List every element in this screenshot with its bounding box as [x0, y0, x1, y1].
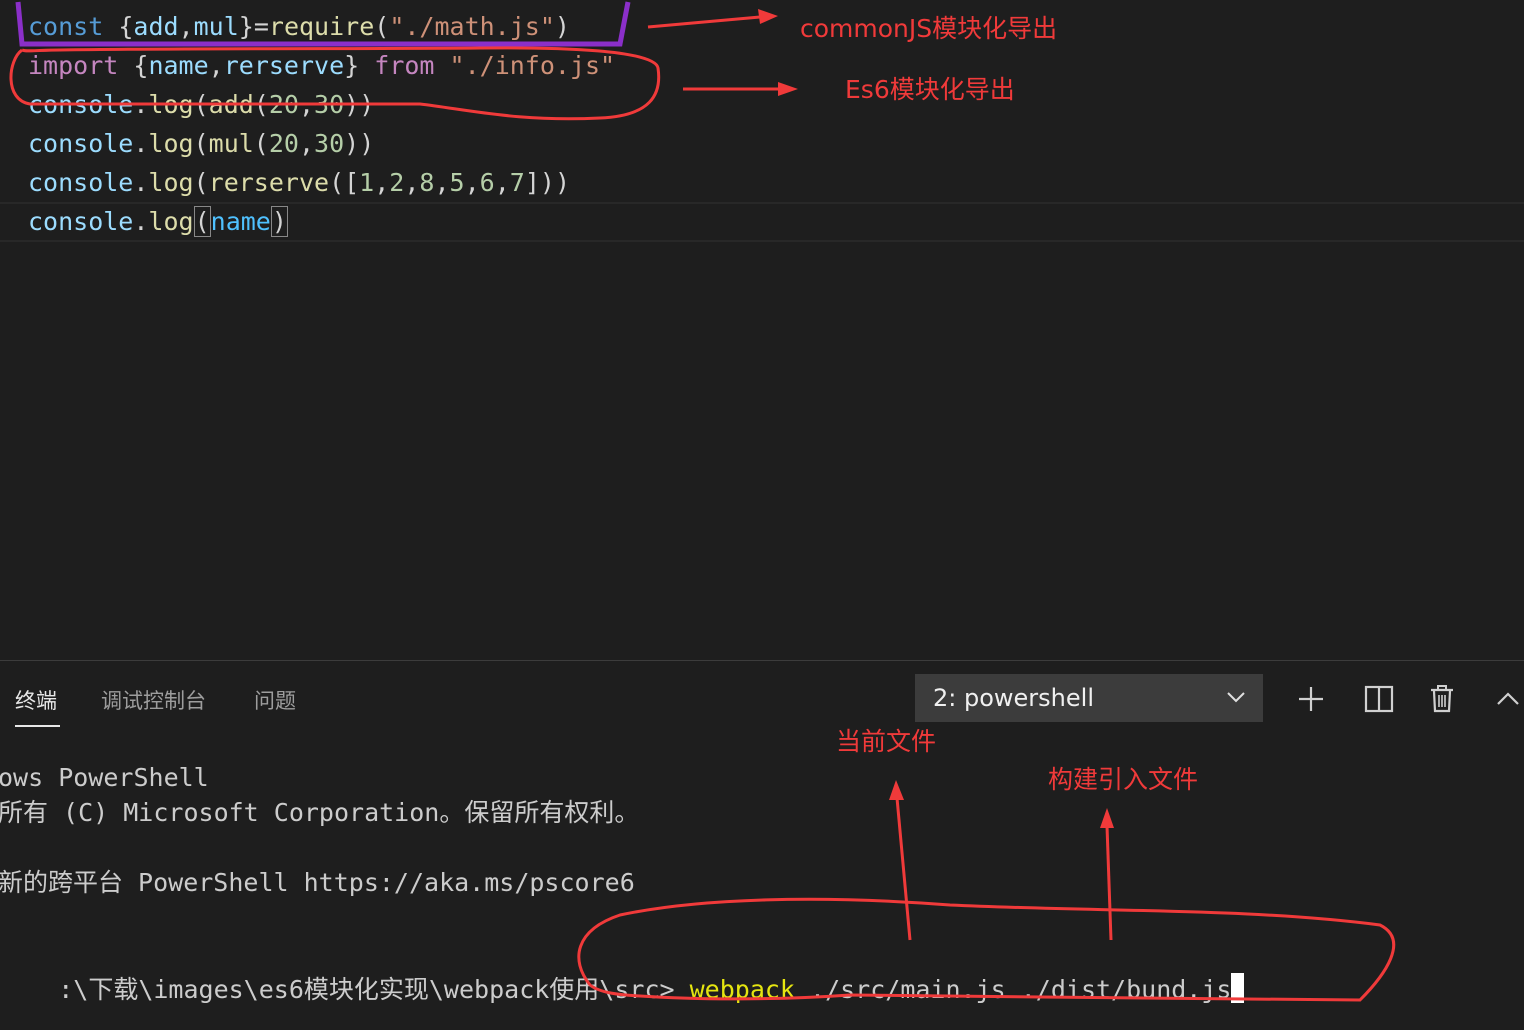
code-token: ( — [374, 12, 390, 41]
code-token: 30 — [314, 90, 345, 119]
code-token: const — [28, 12, 104, 41]
code-token: ( — [253, 90, 269, 119]
code-token: )) — [344, 90, 375, 119]
code-line: console.log(rerserve([1,2,8,5,6,7])) — [28, 163, 570, 202]
code-token: console — [28, 129, 134, 158]
code-token: rerserve — [223, 51, 345, 80]
code-token: ) — [270, 206, 288, 237]
code-token: 7 — [509, 168, 525, 197]
plus-icon[interactable] — [1291, 679, 1331, 719]
code-token: )) — [344, 129, 375, 158]
code-token: ( — [193, 90, 209, 119]
code-token: from — [374, 51, 435, 80]
code-token: , — [464, 168, 480, 197]
split-icon[interactable] — [1359, 679, 1399, 719]
terminal-cursor — [1231, 973, 1245, 1003]
code-token: 30 — [314, 129, 345, 158]
code-line: console.log(add(20,30)) — [28, 85, 374, 124]
code-line: console.log(name) — [28, 202, 288, 241]
code-token: 2 — [389, 168, 405, 197]
code-token: { — [118, 12, 134, 41]
code-token: rerserve — [208, 168, 330, 197]
code-token: "./math.js" — [389, 12, 555, 41]
code-token: 8 — [419, 168, 435, 197]
code-token: , — [298, 90, 315, 119]
terminal-args: ./src/main.js ./dist/bund.js — [794, 975, 1232, 1004]
code-token: 5 — [449, 168, 465, 197]
code-token: "./info.js" — [449, 51, 616, 80]
code-token: 1 — [359, 168, 375, 197]
code-token: } — [344, 51, 360, 80]
code-token: require — [268, 12, 375, 41]
code-token: ])) — [524, 168, 571, 197]
annotation-es6: Es6模块化导出 — [845, 75, 1015, 104]
code-token: , — [434, 168, 450, 197]
code-token: ( — [253, 129, 269, 158]
code-token: log — [148, 207, 194, 236]
code-token: log — [148, 90, 194, 119]
code-token: import — [28, 51, 119, 80]
code-token: ( — [193, 206, 211, 237]
code-token: , — [404, 168, 420, 197]
tab-debug-console[interactable]: 调试控制台 — [101, 685, 206, 715]
tab-terminal[interactable]: 终端 — [15, 685, 57, 715]
code-editor[interactable]: const {add,mul}=require("./math.js") impo… — [0, 0, 1524, 660]
code-token: . — [133, 129, 149, 158]
terminal-line: ows PowerShell — [0, 763, 209, 792]
annotation-build-file: 构建引入文件 — [1048, 765, 1199, 794]
terminal-line: 新的跨平台 PowerShell https://aka.ms/pscore6 — [0, 868, 635, 897]
code-token: mul — [193, 12, 239, 41]
code-token: name — [210, 207, 271, 236]
code-token: , — [494, 168, 510, 197]
code-token: = — [253, 12, 269, 41]
code-token: ( — [193, 129, 209, 158]
code-token: console — [28, 90, 134, 119]
code-token: log — [148, 168, 194, 197]
code-token: . — [133, 90, 149, 119]
terminal-line: 所有 (C) Microsoft Corporation。保留所有权利。 — [0, 798, 640, 827]
code-token: 6 — [479, 168, 495, 197]
code-token: { — [133, 51, 149, 80]
code-line: console.log(mul(20,30)) — [28, 124, 374, 163]
code-token: 20 — [268, 90, 299, 119]
annotation-current-file: 当前文件 — [836, 727, 937, 756]
code-token: , — [298, 129, 315, 158]
terminal-command: webpack — [689, 975, 795, 1004]
code-token: ( — [193, 168, 209, 197]
chevron-up-icon[interactable] — [1490, 679, 1524, 719]
code-line: const {add,mul}=require("./math.js") — [28, 7, 570, 46]
code-token: . — [133, 168, 149, 197]
trash-icon[interactable] — [1422, 679, 1462, 719]
tab-problems[interactable]: 问题 — [254, 685, 296, 715]
code-token: log — [148, 129, 194, 158]
code-token: console — [28, 168, 134, 197]
code-token: add — [208, 90, 254, 119]
code-line: import {name,rerserve} from "./info.js" — [28, 46, 615, 85]
code-token: 20 — [268, 129, 299, 158]
code-token: console — [28, 207, 134, 236]
chevron-down-icon — [1225, 674, 1247, 738]
terminal-prompt: :\下载\images\es6模块化实现\webpack使用\src> — [58, 975, 690, 1004]
code-token: add — [133, 12, 179, 41]
code-token: name — [148, 51, 209, 80]
code-token: . — [133, 207, 149, 236]
bottom-panel: 终端 调试控制台 问题 2: powershell ows PowerShell… — [0, 661, 1524, 1030]
code-token: , — [374, 168, 390, 197]
terminal-prompt-line[interactable]: :\下载\images\es6模块化实现\webpack使用\src> webp… — [0, 936, 1245, 1004]
annotation-commonjs: commonJS模块化导出 — [800, 14, 1058, 43]
code-token: ([ — [329, 168, 360, 197]
code-token: } — [238, 12, 254, 41]
code-token: , — [178, 12, 194, 41]
code-token: , — [208, 51, 224, 80]
active-tab-indicator — [15, 725, 60, 727]
code-token: ) — [554, 12, 570, 41]
terminal-select-value: 2: powershell — [933, 684, 1094, 712]
code-token: mul — [208, 129, 254, 158]
terminal-select[interactable]: 2: powershell — [915, 674, 1263, 722]
